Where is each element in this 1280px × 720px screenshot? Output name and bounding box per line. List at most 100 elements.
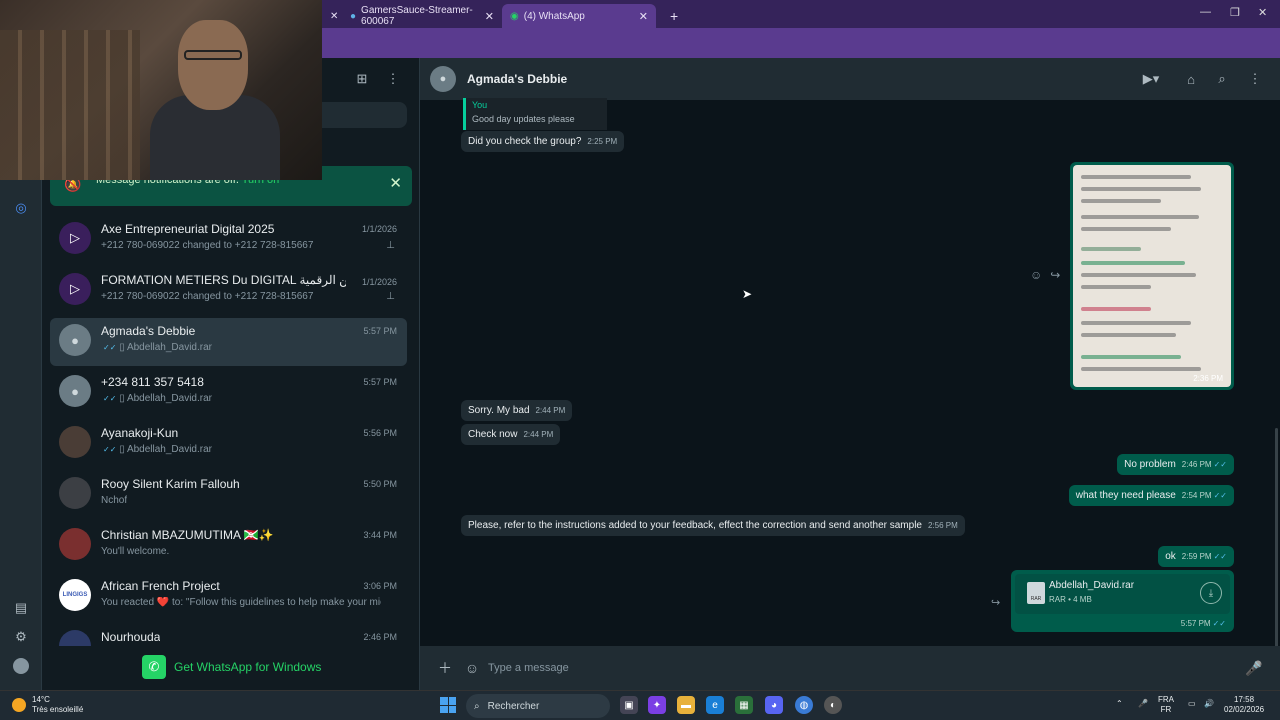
avatar[interactable]: ● <box>430 66 456 92</box>
obs-icon[interactable]: ◐ <box>824 696 842 714</box>
message-text: ok <box>1165 551 1176 562</box>
chat-item[interactable]: ● Agmada's Debbie 5:57 PM ✓✓ ▯ Abdellah_… <box>50 318 407 366</box>
image-line <box>1081 355 1181 359</box>
chat-preview: You'll welcome. <box>101 546 170 557</box>
close-icon[interactable]: ✕ <box>639 10 648 23</box>
person-head <box>178 20 248 110</box>
chat-item[interactable]: ▷ Axe Entrepreneuriat Digital 2025 1/1/2… <box>50 216 407 264</box>
chat-time: 5:50 PM <box>363 479 397 489</box>
shop-icon[interactable]: ⌂ <box>1183 71 1199 87</box>
chat-item[interactable]: LINGIGS African French Project 3:06 PM Y… <box>50 573 407 621</box>
new-tab-button[interactable]: + <box>662 4 682 28</box>
tab-label: (4) WhatsApp <box>523 10 585 22</box>
download-icon[interactable]: ⤓ <box>1200 582 1222 604</box>
image-line <box>1081 333 1176 337</box>
file-card[interactable]: RAR Abdellah_David.rar RAR • 4 MB ⤓ <box>1015 574 1230 614</box>
react-emoji-icon[interactable]: ☺ <box>1030 268 1042 282</box>
double-check-icon: ✓✓ <box>103 394 117 403</box>
menu-icon[interactable]: ⋮ <box>385 71 401 87</box>
discord-icon[interactable]: ◕ <box>765 696 783 714</box>
restore-icon[interactable]: ❐ <box>1230 6 1240 19</box>
edge-icon[interactable]: e <box>706 696 724 714</box>
weather-widget[interactable]: 14°C Très ensoleillé <box>12 695 83 715</box>
mouse-cursor-icon: ➤ <box>742 287 753 301</box>
conversation-header[interactable]: ● Agmada's Debbie ▶▾ ⌂ ⌕ ⋮ <box>420 58 1280 100</box>
store-icon[interactable]: ▦ <box>735 696 753 714</box>
image-line <box>1081 285 1151 289</box>
profile-icon[interactable] <box>13 658 29 674</box>
chat-item[interactable]: Rooy Silent Karim Fallouh 5:50 PM Nchof <box>50 471 407 519</box>
chat-preview: ✓✓ ▯ Abdellah_David.rar <box>103 393 212 404</box>
image-message[interactable]: 2:36 PM <box>1070 162 1234 390</box>
file-icon: ▯ <box>119 444 125 455</box>
copilot-icon[interactable]: ✦ <box>648 696 666 714</box>
search-icon[interactable]: ⌕ <box>1214 71 1230 87</box>
close-icon[interactable]: ✕ <box>389 174 402 192</box>
microphone-icon[interactable]: 🎤 <box>1245 659 1263 677</box>
chevron-up-icon[interactable]: ⌃ <box>1116 699 1123 709</box>
settings-icon[interactable]: ⚙ <box>13 629 29 645</box>
composer: ＋ ☺ 🎤 <box>420 646 1280 690</box>
attach-plus-icon[interactable]: ＋ <box>436 659 454 677</box>
chat-item[interactable]: Nourhouda 2:46 PM <box>50 624 407 646</box>
double-check-icon: ✓✓ <box>1213 552 1227 561</box>
windows-taskbar: 14°C Très ensoleillé ⌕ Rechercher ▣ ✦ ▬ … <box>0 690 1280 720</box>
emoji-icon[interactable]: ☺ <box>463 659 481 677</box>
language-indicator[interactable]: FRA FR <box>1158 695 1174 715</box>
clock[interactable]: 17:58 02/02/2026 <box>1224 695 1264 715</box>
media-icon[interactable]: ▤ <box>13 600 29 616</box>
message-text: Sorry. My bad <box>468 405 530 416</box>
file-message[interactable]: RAR Abdellah_David.rar RAR • 4 MB ⤓ 5:57… <box>1011 570 1234 632</box>
tab-gamerssauce[interactable]: ● GamersSauce-Streamer-600067 ✕ <box>342 4 502 28</box>
meta-ai-icon[interactable]: ◎ <box>13 200 29 216</box>
file-explorer-icon[interactable]: ▬ <box>677 696 695 714</box>
start-button[interactable] <box>440 697 456 713</box>
screenshot-image: 2:36 PM <box>1073 165 1231 387</box>
message-bubble[interactable]: Sorry. My bad 2:44 PM <box>461 400 573 421</box>
avatar <box>59 528 91 560</box>
message-text: No problem <box>1124 459 1176 470</box>
minimize-icon[interactable]: — <box>1200 6 1211 18</box>
tab-whatsapp[interactable]: ◉ (4) WhatsApp ✕ <box>502 4 656 28</box>
chat-item[interactable]: Christian MBAZUMUTIMA 🇧🇮✨ 3:44 PM You'll… <box>50 522 407 570</box>
chat-time: 1/1/2026 <box>361 277 397 287</box>
video-call-icon[interactable]: ▶▾ <box>1137 71 1165 87</box>
double-check-icon: ✓✓ <box>103 445 117 454</box>
microphone-icon[interactable]: 🎤 <box>1138 699 1148 709</box>
file-icon: ▯ <box>119 342 125 353</box>
message-text: Check now <box>468 429 518 440</box>
get-whatsapp-link[interactable]: ✆ Get WhatsApp for Windows <box>142 655 321 679</box>
menu-icon[interactable]: ⋮ <box>1247 71 1263 87</box>
tab-close-icon[interactable]: ✕ <box>322 4 338 28</box>
chat-preview: ✓✓ ▯ Abdellah_David.rar <box>103 342 212 353</box>
message-bubble[interactable]: Did you check the group? 2:25 PM <box>461 131 625 152</box>
chat-item[interactable]: ● +234 811 357 5418 5:57 PM ✓✓ ▯ Abdella… <box>50 369 407 417</box>
close-window-icon[interactable]: ✕ <box>1258 6 1267 19</box>
taskbar-search[interactable]: ⌕ Rechercher <box>466 694 610 718</box>
avatar <box>59 477 91 509</box>
search-icon: ⌕ <box>474 700 480 712</box>
conversation-title[interactable]: Agmada's Debbie <box>467 72 567 86</box>
file-meta: RAR • 4 MB <box>1049 595 1092 604</box>
chat-name: FORMATION METIERS Du DIGITAL تكوينية الم… <box>101 273 346 287</box>
volume-icon[interactable]: 🔊 <box>1204 699 1214 709</box>
chat-item[interactable]: Ayanakoji-Kun 5:56 PM ✓✓ ▯ Abdellah_Davi… <box>50 420 407 468</box>
close-icon[interactable]: ✕ <box>485 10 494 23</box>
forward-icon[interactable]: ↪ <box>991 596 1000 609</box>
double-check-icon: ✓✓ <box>1212 619 1226 628</box>
chat-time: 1/1/2026 <box>361 224 397 234</box>
message-bubble[interactable]: Please, refer to the instructions added … <box>461 515 965 536</box>
network-icon[interactable]: ▭ <box>1188 699 1196 709</box>
message-bubble[interactable]: No problem 2:46 PM ✓✓ <box>1117 454 1234 475</box>
message-bubble[interactable]: ok 2:59 PM ✓✓ <box>1158 546 1234 567</box>
message-bubble[interactable]: what they need please 2:54 PM ✓✓ <box>1068 485 1234 506</box>
chat-item[interactable]: ▷ FORMATION METIERS Du DIGITAL تكوينية ا… <box>50 267 407 315</box>
forward-icon[interactable]: ↪ <box>1050 268 1060 282</box>
quoted-message[interactable]: You Good day updates please <box>463 98 607 130</box>
chrome-icon[interactable]: ◍ <box>795 696 813 714</box>
new-chat-icon[interactable]: ⊞ <box>354 71 370 87</box>
task-view-icon[interactable]: ▣ <box>620 696 638 714</box>
telegram-icon: ● <box>350 10 357 22</box>
message-input[interactable] <box>488 655 1228 681</box>
message-bubble[interactable]: Check now 2:44 PM <box>461 424 561 445</box>
